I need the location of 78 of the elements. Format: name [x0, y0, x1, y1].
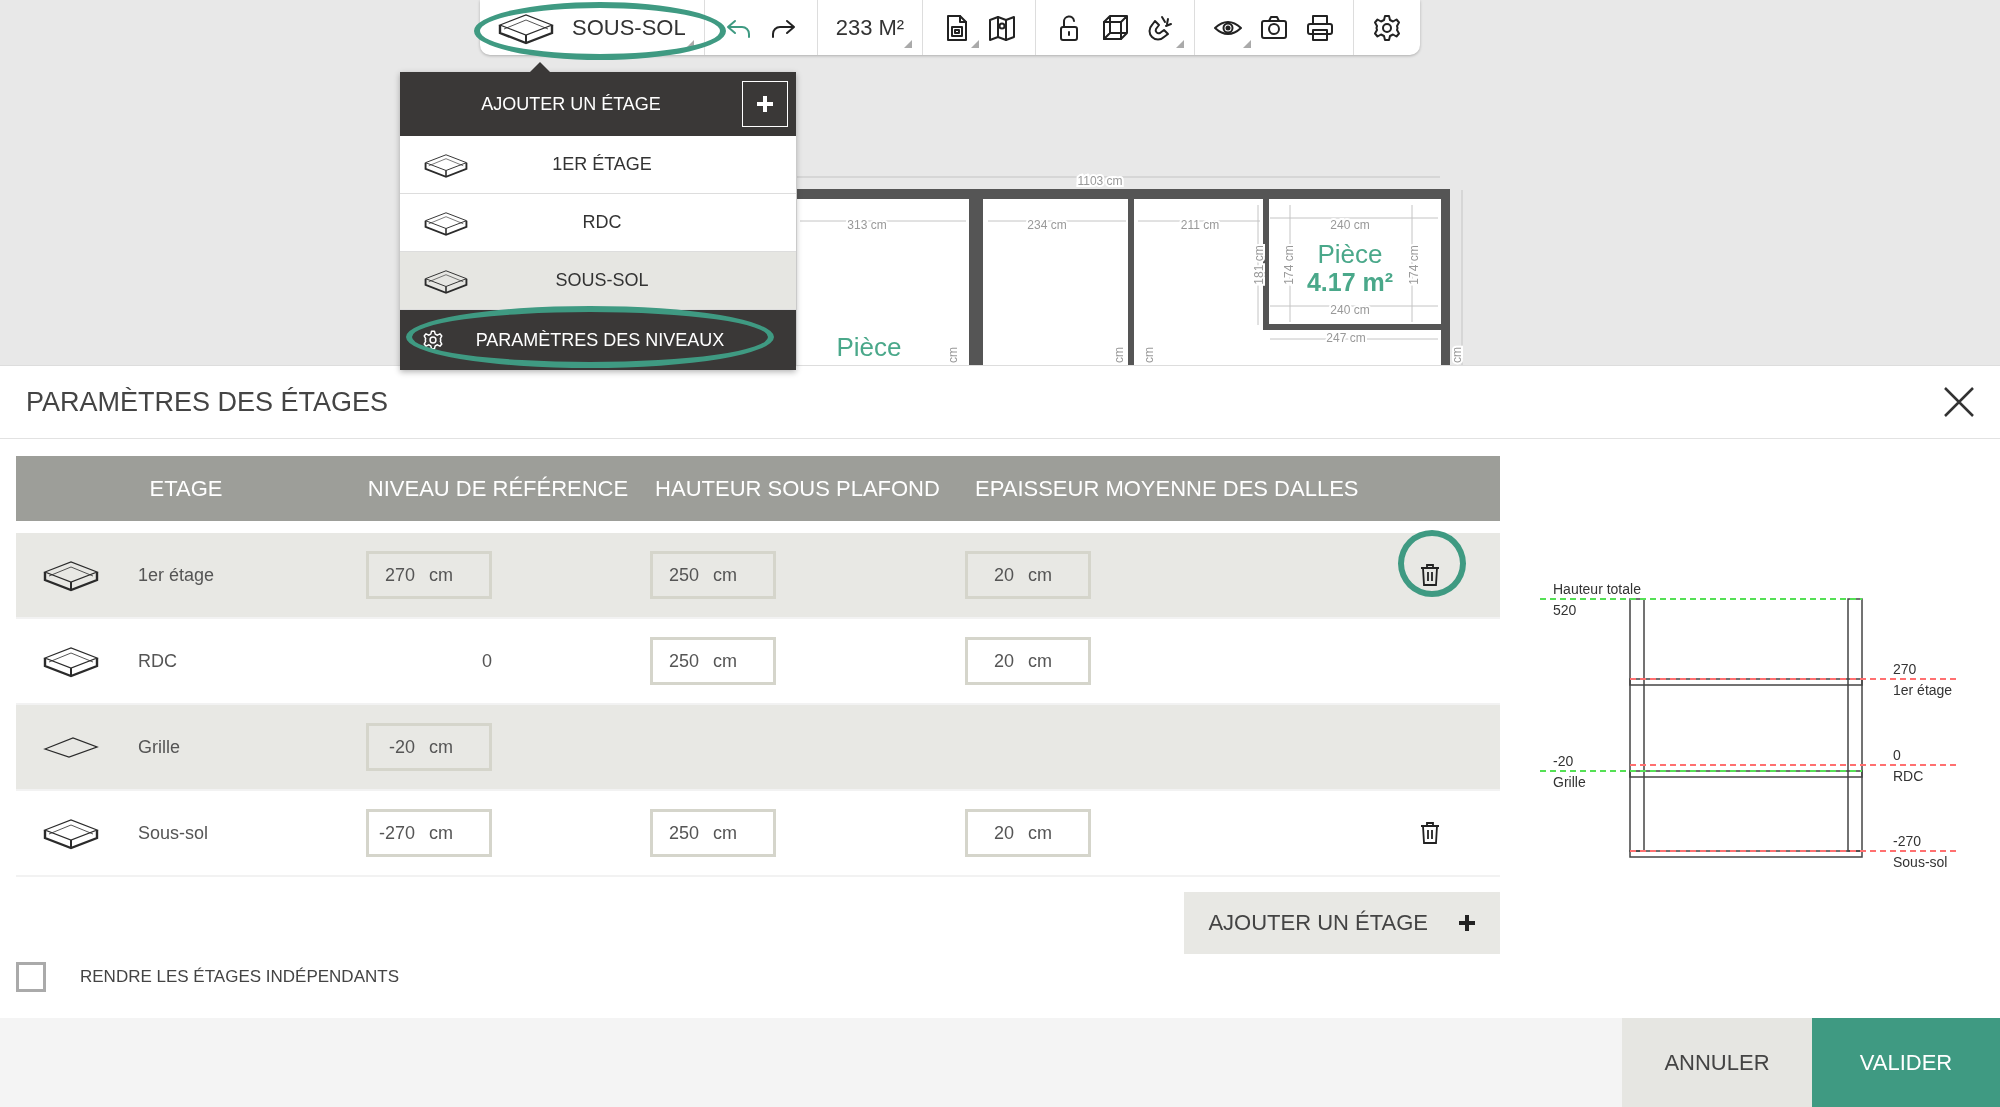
room-label: Pièce [1317, 238, 1383, 269]
delete-button[interactable] [1419, 563, 1441, 587]
plus-icon [1458, 914, 1476, 932]
dimension-label: 240 cm [1330, 218, 1370, 233]
number-field[interactable]: 250 cm [650, 809, 776, 857]
dimension-label: cm [946, 347, 961, 363]
level-menu-item[interactable]: 1ER ÉTAGE [400, 136, 796, 194]
floor-name: Sous-sol [138, 822, 209, 844]
level-label: Grille [1553, 774, 1586, 790]
number-field[interactable]: 250 cm [650, 551, 776, 599]
cancel-button[interactable]: ANNULER [1622, 1018, 1812, 1107]
level-label: -270 [1893, 833, 1922, 849]
dropdown-corner-icon [1176, 39, 1185, 48]
dimension-label: 181 cm [1252, 245, 1267, 285]
floor-name: Grille [138, 736, 180, 758]
settings-icon [422, 329, 444, 351]
level-label: 1er étage [1893, 682, 1953, 698]
dimension-label: 234 cm [1027, 218, 1067, 233]
level-settings-item[interactable]: PARAMÈTRES DES NIVEAUX [400, 310, 796, 370]
cube-icon [1100, 12, 1131, 43]
settings-icon [1372, 12, 1403, 43]
level-menu-item[interactable]: RDC [400, 194, 796, 252]
delete-button[interactable] [1419, 821, 1441, 845]
printer-icon [1305, 12, 1336, 43]
number-field[interactable]: -20 cm [366, 723, 492, 771]
dimension-label: cm [1450, 347, 1465, 363]
close-button[interactable] [1942, 385, 1976, 419]
trash-icon [1419, 563, 1441, 587]
trash-icon [1419, 821, 1441, 845]
level-label: 520 [1553, 602, 1577, 618]
dropdown-corner-icon [904, 39, 913, 48]
number-field[interactable]: 20 cm [965, 809, 1091, 857]
room-label: Pièce [836, 331, 902, 362]
dialog-title: PARAMÈTRES DES ÉTAGES [26, 386, 389, 418]
number-field[interactable]: -270 cm [366, 809, 492, 857]
dimension-label: 247 cm [1326, 331, 1366, 346]
column-header: HAUTEUR SOUS PLAFOND [654, 475, 941, 502]
add-level-button[interactable]: AJOUTER UN ÉTAGE [1184, 892, 1500, 954]
level-button[interactable]: SOUS-SOL [494, 5, 690, 50]
dimension-label: 211 cm [1180, 218, 1220, 233]
room-area: 4.17 m² [1306, 267, 1394, 296]
column-header: EPAISSEUR MOYENNE DES DALLES [974, 475, 1360, 502]
dropdown-corner-icon [1243, 39, 1252, 48]
add-level-button[interactable] [742, 81, 788, 127]
level-menu-item[interactable]: SOUS-SOL [400, 252, 796, 310]
number-field[interactable]: 250 cm [650, 637, 776, 685]
dimension-label: 174 cm [1282, 245, 1297, 285]
floor-name: 1er étage [138, 564, 215, 586]
plus-icon [755, 94, 775, 114]
dimension-label: 313 cm [847, 218, 887, 233]
level-label: Hauteur totale [1553, 581, 1641, 597]
dimension-label: 174 cm [1407, 245, 1422, 285]
dropdown-corner-icon [971, 39, 980, 48]
close-icon [1942, 385, 1976, 419]
box-icon [43, 644, 99, 678]
box-icon [43, 558, 99, 592]
number-field[interactable]: 20 cm [965, 637, 1091, 685]
level-label: Sous-sol [1893, 854, 1948, 870]
plane-icon [43, 735, 99, 759]
number-field[interactable]: 20 cm [965, 551, 1091, 599]
level-label: RDC [1893, 768, 1924, 784]
dimension-label: cm [1142, 347, 1157, 363]
dimension-label: cm [1112, 347, 1127, 363]
area-button[interactable]: 233 M² [831, 5, 909, 50]
floor-name: RDC [138, 650, 177, 672]
dimension-label: 240 cm [1330, 303, 1370, 318]
level-label: 270 [1893, 661, 1917, 677]
menu-title: AJOUTER UN ÉTAGE [480, 93, 662, 115]
column-header: NIVEAU DE RÉFÉRENCE [366, 475, 630, 502]
box-icon [43, 816, 99, 850]
column-header: ETAGE [148, 475, 224, 502]
dimension-label: 1103 cm [1077, 174, 1123, 189]
level-label: -20 [1553, 753, 1574, 769]
checkbox[interactable] [16, 962, 46, 992]
checkbox-label: RENDRE LES ÉTAGES INDÉPENDANTS [80, 967, 399, 987]
value-text: 0 [481, 650, 493, 672]
number-field[interactable]: 270 cm [366, 551, 492, 599]
level-label: 0 [1893, 747, 1901, 763]
